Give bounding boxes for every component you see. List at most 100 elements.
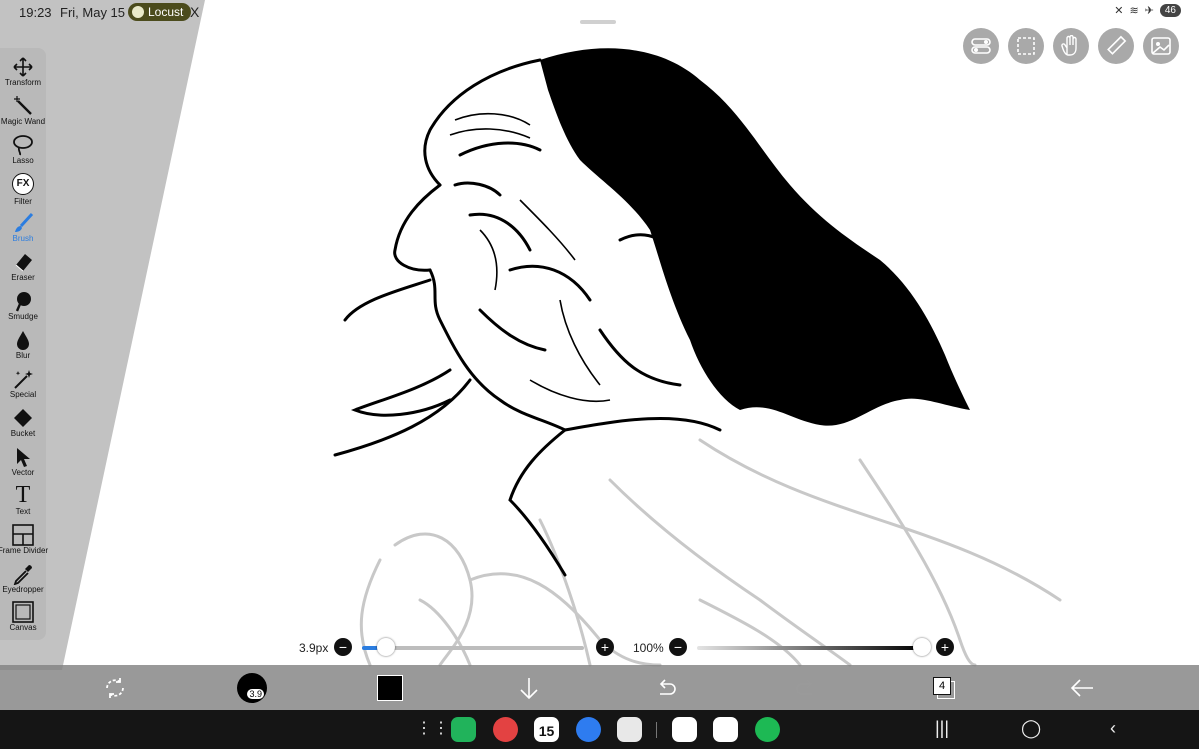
wifi-icon: ≋ [1129, 5, 1139, 17]
system-navigation-bar: ⋮⋮⋮ 15 ||| ◯ ‹ [0, 710, 1199, 749]
toggle-icon [971, 38, 991, 54]
opacity-decrease-button[interactable]: − [669, 638, 687, 656]
back-nav-icon[interactable]: ‹ [1110, 718, 1116, 739]
spotify-app-icon[interactable] [755, 717, 780, 742]
recents-icon[interactable]: ||| [935, 718, 949, 739]
brush-size-slider[interactable] [362, 646, 584, 650]
rotate-arrows-icon [106, 678, 124, 698]
media-pill[interactable]: Locust [128, 3, 192, 21]
touch-button[interactable] [1053, 28, 1089, 64]
top-drag-handle[interactable] [580, 20, 616, 24]
status-date: Fri, May 15 [60, 5, 126, 20]
brush-size-knob[interactable] [376, 638, 395, 656]
fx-icon: FX [12, 173, 34, 195]
slider-row: 3.9px − + 100% − + [0, 636, 1199, 660]
tool-label: Brush [12, 234, 34, 243]
calendar-day: 15 [538, 723, 555, 739]
tool-brush[interactable]: Brush [0, 212, 46, 244]
spotify-icon [132, 6, 144, 18]
tool-magic-wand[interactable]: Magic Wand [0, 95, 46, 127]
phone-app-icon[interactable] [451, 717, 476, 742]
tool-transform[interactable]: Transform [0, 56, 46, 88]
calendar-app-icon[interactable]: 15 [534, 717, 559, 742]
brush-preview-size: 3.9 [247, 689, 264, 699]
reference-button[interactable] [1143, 28, 1179, 64]
contacts-app-icon[interactable] [493, 717, 518, 742]
tool-label: Eraser [11, 273, 35, 282]
brush-size-decrease-button[interactable]: − [334, 638, 352, 656]
mute-icon: ✕ [1114, 5, 1124, 17]
color-swatch-button[interactable] [373, 671, 407, 705]
toggle-settings-button[interactable] [963, 28, 999, 64]
tool-frame-divider[interactable]: Frame Divider [0, 524, 48, 556]
tool-special[interactable]: Special [0, 368, 46, 400]
opacity-slider[interactable] [697, 646, 922, 650]
tool-label: Canvas [9, 623, 37, 632]
arrow-left-icon [1070, 679, 1093, 697]
camera-app-icon[interactable] [617, 717, 642, 742]
quick-menu-button[interactable] [98, 671, 132, 705]
dock-divider [656, 722, 657, 738]
ibispaint-app-icon[interactable] [672, 717, 697, 742]
brush-size-value: 3.9px [299, 641, 329, 655]
layers-button[interactable]: 4 [927, 671, 961, 705]
redo-button[interactable] [788, 671, 822, 705]
opacity-knob[interactable] [913, 638, 931, 656]
canvas-icon [12, 601, 34, 623]
tool-label: Smudge [8, 312, 38, 321]
tool-smudge[interactable]: Smudge [0, 290, 46, 322]
brush-preview-icon: 3.9 [237, 673, 267, 703]
blur-drop-icon [17, 331, 29, 350]
arrow-down-icon [520, 678, 538, 700]
tool-eyedropper[interactable]: Eyedropper [0, 563, 46, 595]
ruler-button[interactable] [1098, 28, 1134, 64]
tool-eraser[interactable]: Eraser [0, 251, 46, 283]
back-button[interactable] [1065, 671, 1099, 705]
bucket-icon [14, 409, 32, 427]
gmail-app-icon[interactable] [713, 717, 738, 742]
tool-vector[interactable]: Vector [0, 446, 46, 478]
download-button[interactable] [512, 671, 546, 705]
tool-canvas[interactable]: Canvas [0, 601, 46, 633]
special-sparkle-icon [14, 370, 33, 389]
tool-label: Text [15, 507, 31, 516]
eraser-icon [15, 254, 32, 272]
tool-bucket[interactable]: Bucket [0, 407, 46, 439]
tool-blur[interactable]: Blur [0, 329, 46, 361]
status-icons: ✕ ≋ ✈ 46 [1114, 4, 1181, 17]
media-pill-label: Locust [148, 5, 184, 19]
brush-icon [15, 212, 34, 232]
layers-count: 4 [933, 677, 951, 695]
battery-indicator: 46 [1159, 4, 1181, 17]
opacity-value: 100% [633, 641, 664, 655]
ruler-icon [1107, 35, 1127, 55]
undo-icon [659, 679, 676, 695]
undo-button[interactable] [650, 671, 684, 705]
home-icon[interactable]: ◯ [1021, 718, 1041, 739]
smudge-icon [15, 292, 31, 312]
selection-icon [1017, 37, 1035, 55]
tool-text[interactable]: T Text [0, 483, 46, 517]
selection-button[interactable] [1008, 28, 1044, 64]
hand-icon [1061, 35, 1077, 56]
lasso-icon [13, 135, 33, 156]
tool-label: Blur [15, 351, 31, 360]
messages-app-icon[interactable] [576, 717, 601, 742]
magic-wand-icon [14, 96, 32, 115]
text-icon: T [15, 482, 31, 508]
tool-lasso[interactable]: Lasso [0, 134, 46, 166]
tool-palette: Transform Magic Wand Lasso FX Filter Bru… [0, 48, 48, 640]
opacity-increase-button[interactable]: + [936, 638, 954, 656]
brush-size-increase-button[interactable]: + [596, 638, 614, 656]
eyedropper-icon [13, 565, 32, 585]
tool-label: Magic Wand [0, 117, 46, 126]
tool-label: Frame Divider [0, 546, 49, 555]
tool-label: Bucket [10, 429, 36, 438]
brush-size-fill [362, 646, 378, 650]
airplane-icon: ✈ [1144, 5, 1154, 17]
x-app-icon: X [190, 4, 200, 20]
image-icon [1151, 37, 1171, 55]
bottom-action-bar: 3.9 4 [0, 665, 1199, 710]
brush-preview-button[interactable]: 3.9 [235, 671, 269, 705]
tool-filter[interactable]: FX Filter [0, 173, 46, 207]
